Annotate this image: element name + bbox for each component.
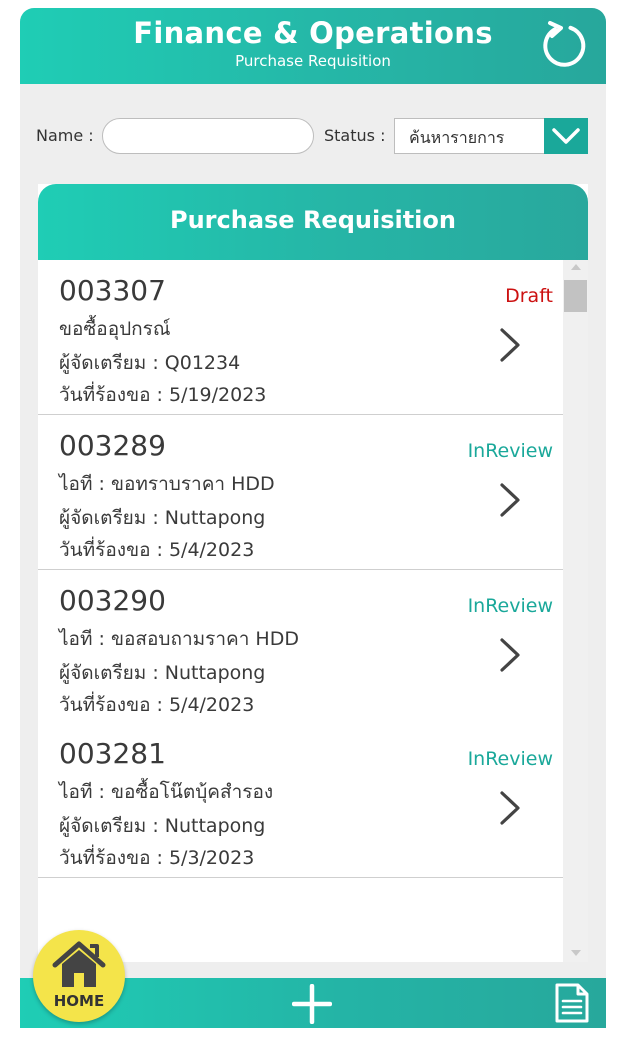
- panel-title: Purchase Requisition: [170, 206, 456, 234]
- chevron-right-icon[interactable]: [496, 481, 524, 519]
- requisition-description: ขอซื้ออุปกรณ์: [59, 318, 171, 340]
- status-badge: InReview: [467, 748, 553, 770]
- list-item[interactable]: 003289 ไอที : ขอทราบราคา HDD ผู้จัดเตรีย…: [38, 415, 563, 570]
- scroll-down-icon[interactable]: [571, 950, 581, 956]
- app-header: Finance & Operations Purchase Requisitio…: [20, 8, 606, 84]
- name-label: Name :: [36, 126, 94, 145]
- status-label: Status :: [324, 126, 386, 145]
- requisition-id: 003307: [59, 274, 166, 307]
- requisition-date: วันที่ร้องขอ : 5/4/2023: [59, 539, 255, 561]
- requisition-date: วันที่ร้องขอ : 5/3/2023: [59, 847, 255, 869]
- app-subtitle: Purchase Requisition: [235, 52, 391, 70]
- status-dropdown[interactable]: ค้นหารายการ: [394, 118, 588, 154]
- refresh-icon[interactable]: [538, 20, 590, 72]
- requisition-id: 003289: [59, 429, 166, 462]
- home-button[interactable]: HOME: [33, 930, 125, 1022]
- list-item[interactable]: 003307 ขอซื้ออุปกรณ์ ผู้จัดเตรียม : Q012…: [38, 260, 563, 415]
- status-badge: InReview: [467, 595, 553, 617]
- requisition-panel: Purchase Requisition 003307 ขอซื้ออุปกรณ…: [38, 184, 588, 962]
- requisition-description: ไอที : ขอทราบราคา HDD: [59, 473, 275, 495]
- app-window: Finance & Operations Purchase Requisitio…: [20, 8, 606, 1028]
- scroll-thumb[interactable]: [564, 280, 587, 312]
- dropdown-toggle[interactable]: [544, 118, 588, 154]
- requisition-id: 003281: [59, 737, 166, 770]
- list-item[interactable]: 003290 ไอที : ขอสอบถามราคา HDD ผู้จัดเตร…: [38, 570, 563, 725]
- chevron-down-icon: [552, 128, 580, 144]
- chevron-right-icon[interactable]: [496, 326, 524, 364]
- document-icon[interactable]: [554, 982, 590, 1024]
- home-icon: [52, 941, 106, 987]
- list-scrollbar[interactable]: [563, 260, 588, 962]
- filter-bar: Name : Status : ค้นหารายการ: [20, 84, 606, 184]
- status-selected-value: ค้นหารายการ: [409, 128, 505, 147]
- requisition-description: ไอที : ขอสอบถามราคา HDD: [59, 628, 299, 650]
- requisition-date: วันที่ร้องขอ : 5/4/2023: [59, 694, 255, 716]
- requisition-preparer: ผู้จัดเตรียม : Nuttapong: [59, 662, 266, 684]
- chevron-right-icon[interactable]: [496, 636, 524, 674]
- home-label: HOME: [53, 992, 105, 1010]
- requisition-date: วันที่ร้องขอ : 5/19/2023: [59, 384, 267, 406]
- requisition-preparer: ผู้จัดเตรียม : Nuttapong: [59, 815, 266, 837]
- app-title: Finance & Operations: [133, 16, 493, 50]
- requisition-id: 003290: [59, 584, 166, 617]
- requisition-preparer: ผู้จัดเตรียม : Nuttapong: [59, 507, 266, 529]
- panel-header: Purchase Requisition: [38, 184, 588, 260]
- scroll-up-icon[interactable]: [571, 264, 581, 270]
- chevron-right-icon[interactable]: [496, 789, 524, 827]
- requisition-list: 003307 ขอซื้ออุปกรณ์ ผู้จัดเตรียม : Q012…: [38, 260, 563, 962]
- list-item[interactable]: 003281 ไอที : ขอซื้อโน๊ตบุ้คสำรอง ผู้จัด…: [38, 723, 563, 878]
- status-badge: Draft: [505, 285, 553, 307]
- plus-icon[interactable]: [292, 984, 332, 1024]
- requisition-preparer: ผู้จัดเตรียม : Q01234: [59, 352, 241, 374]
- status-badge: InReview: [467, 440, 553, 462]
- requisition-description: ไอที : ขอซื้อโน๊ตบุ้คสำรอง: [59, 781, 274, 803]
- name-input[interactable]: [102, 118, 314, 154]
